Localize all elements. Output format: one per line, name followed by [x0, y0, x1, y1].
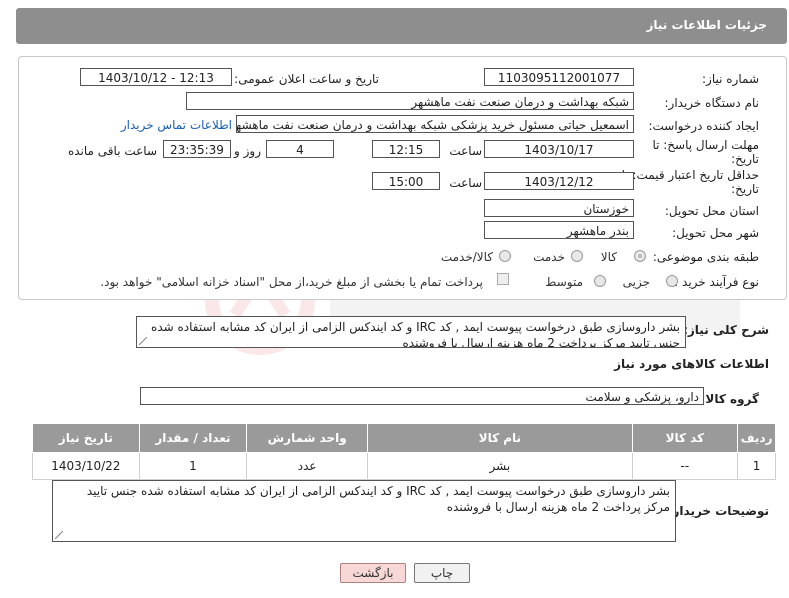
- buyer-description-text: بشر داروسازی طبق درخواست پیوست ایمد , کد…: [86, 484, 670, 514]
- reply-deadline-label: مهلت ارسال پاسخ: تا: [652, 138, 759, 152]
- col-goods-name: نام کالا: [367, 423, 633, 453]
- goods-table: ردیف کد کالا نام کالا واحد شمارش تعداد /…: [32, 423, 776, 480]
- process-option-minor: جزیی: [622, 275, 650, 289]
- reply-date-field: 1403/10/17: [484, 140, 634, 158]
- resize-grip-icon[interactable]: [55, 531, 63, 539]
- treasury-payment-note: پرداخت تمام یا بخشی از مبلغ خرید،از محل …: [100, 275, 483, 289]
- treasury-payment-checkbox[interactable]: [497, 273, 509, 285]
- remaining-days-field: 4: [266, 140, 334, 158]
- days-label: روز و: [234, 144, 261, 158]
- col-row-number: ردیف: [737, 423, 776, 453]
- page-header: جزئیات اطلاعات نیاز: [16, 8, 787, 44]
- category-option-service: خدمت: [533, 250, 565, 264]
- reply-time-label: ساعت: [449, 144, 482, 158]
- city-field: بندر ماهشهر: [484, 221, 634, 239]
- buyer-org-label: نام دستگاه خریدار:: [664, 96, 760, 110]
- price-validity-label: حداقل تاریخ اعتبار قیمت: تا: [621, 168, 759, 182]
- general-description-field: بشر داروسازی طبق درخواست پیوست ایمد , کد…: [136, 316, 686, 348]
- col-need-date: تاریخ نیاز: [32, 423, 140, 453]
- remaining-time-label: ساعت باقی مانده: [67, 144, 157, 158]
- category-label: طبقه بندی موضوعی:: [652, 250, 759, 264]
- cell-goods-code: --: [631, 452, 739, 480]
- buyer-org-field: شبکه بهداشت و درمان صنعت نفت ماهشهر: [186, 92, 634, 110]
- col-quantity: تعداد / مقدار: [138, 423, 248, 453]
- resize-grip-icon[interactable]: [139, 337, 147, 345]
- province-field: خوزستان: [484, 199, 634, 217]
- announce-datetime-label: تاریخ و ساعت اعلان عمومی:: [234, 72, 379, 86]
- category-radio-service[interactable]: [571, 250, 583, 262]
- goods-group-label: گروه کالا:: [700, 392, 759, 406]
- general-description-text: بشر داروسازی طبق درخواست پیوست ایمد , کد…: [151, 320, 680, 348]
- buyer-contact-link[interactable]: اطلاعات تماس خریدار: [121, 118, 232, 132]
- reply-time-field: 12:15: [372, 140, 440, 158]
- table-row: 1 -- بشر عدد 1 1403/10/22: [32, 452, 776, 480]
- province-label: استان محل تحویل:: [664, 204, 759, 218]
- process-type-label: نوع فرآیند خرید :: [674, 275, 759, 289]
- category-radio-goods-service[interactable]: [499, 250, 511, 262]
- need-number-label: شماره نیاز:: [702, 72, 759, 86]
- price-validity-date-label: تاریخ:: [731, 182, 759, 196]
- need-number-field: 1103095112001077: [484, 68, 634, 86]
- general-description-label: شرح کلی نیاز:: [683, 323, 769, 337]
- category-radio-goods[interactable]: [634, 250, 646, 262]
- cell-need-date: 1403/10/22: [32, 452, 140, 480]
- process-radio-medium[interactable]: [594, 275, 606, 287]
- cell-goods-name: بشر: [367, 452, 633, 480]
- category-option-goods: کالا: [600, 250, 617, 264]
- cell-quantity: 1: [138, 452, 248, 480]
- price-validity-date-field: 1403/12/12: [484, 172, 634, 190]
- city-label: شهر محل تحویل:: [672, 226, 759, 240]
- goods-table-header: ردیف کد کالا نام کالا واحد شمارش تعداد /…: [32, 423, 776, 453]
- announce-datetime-field: 1403/10/12 - 12:13: [80, 68, 232, 86]
- requester-field: اسمعیل حیاتی مسئول خرید پزشکی شبکه بهداش…: [236, 115, 634, 133]
- cell-row-number: 1: [737, 452, 776, 480]
- col-goods-code: کد کالا: [631, 423, 739, 453]
- price-validity-time-label: ساعت: [449, 176, 482, 190]
- goods-info-title: اطلاعات کالاهای مورد نیاز: [614, 357, 769, 371]
- back-button[interactable]: بازگشت: [340, 563, 406, 583]
- buyer-description-label: توضیحات خریدار:: [667, 504, 769, 518]
- requester-label: ایجاد کننده درخواست:: [648, 119, 759, 133]
- price-validity-time-field: 15:00: [372, 172, 440, 190]
- remaining-time-field: 23:35:39: [163, 140, 231, 158]
- col-unit: واحد شمارش: [246, 423, 369, 453]
- category-option-goods-service: کالا/خدمت: [440, 250, 493, 264]
- goods-group-field: دارو، پزشکی و سلامت: [140, 387, 704, 405]
- page-title: جزئیات اطلاعات نیاز: [646, 18, 767, 32]
- buyer-description-field: بشر داروسازی طبق درخواست پیوست ایمد , کد…: [52, 480, 676, 542]
- process-option-medium: متوسط: [545, 275, 583, 289]
- reply-deadline-date-label: تاریخ:: [731, 152, 759, 166]
- process-radio-minor[interactable]: [666, 275, 678, 287]
- print-button[interactable]: چاپ: [414, 563, 470, 583]
- cell-unit: عدد: [246, 452, 369, 480]
